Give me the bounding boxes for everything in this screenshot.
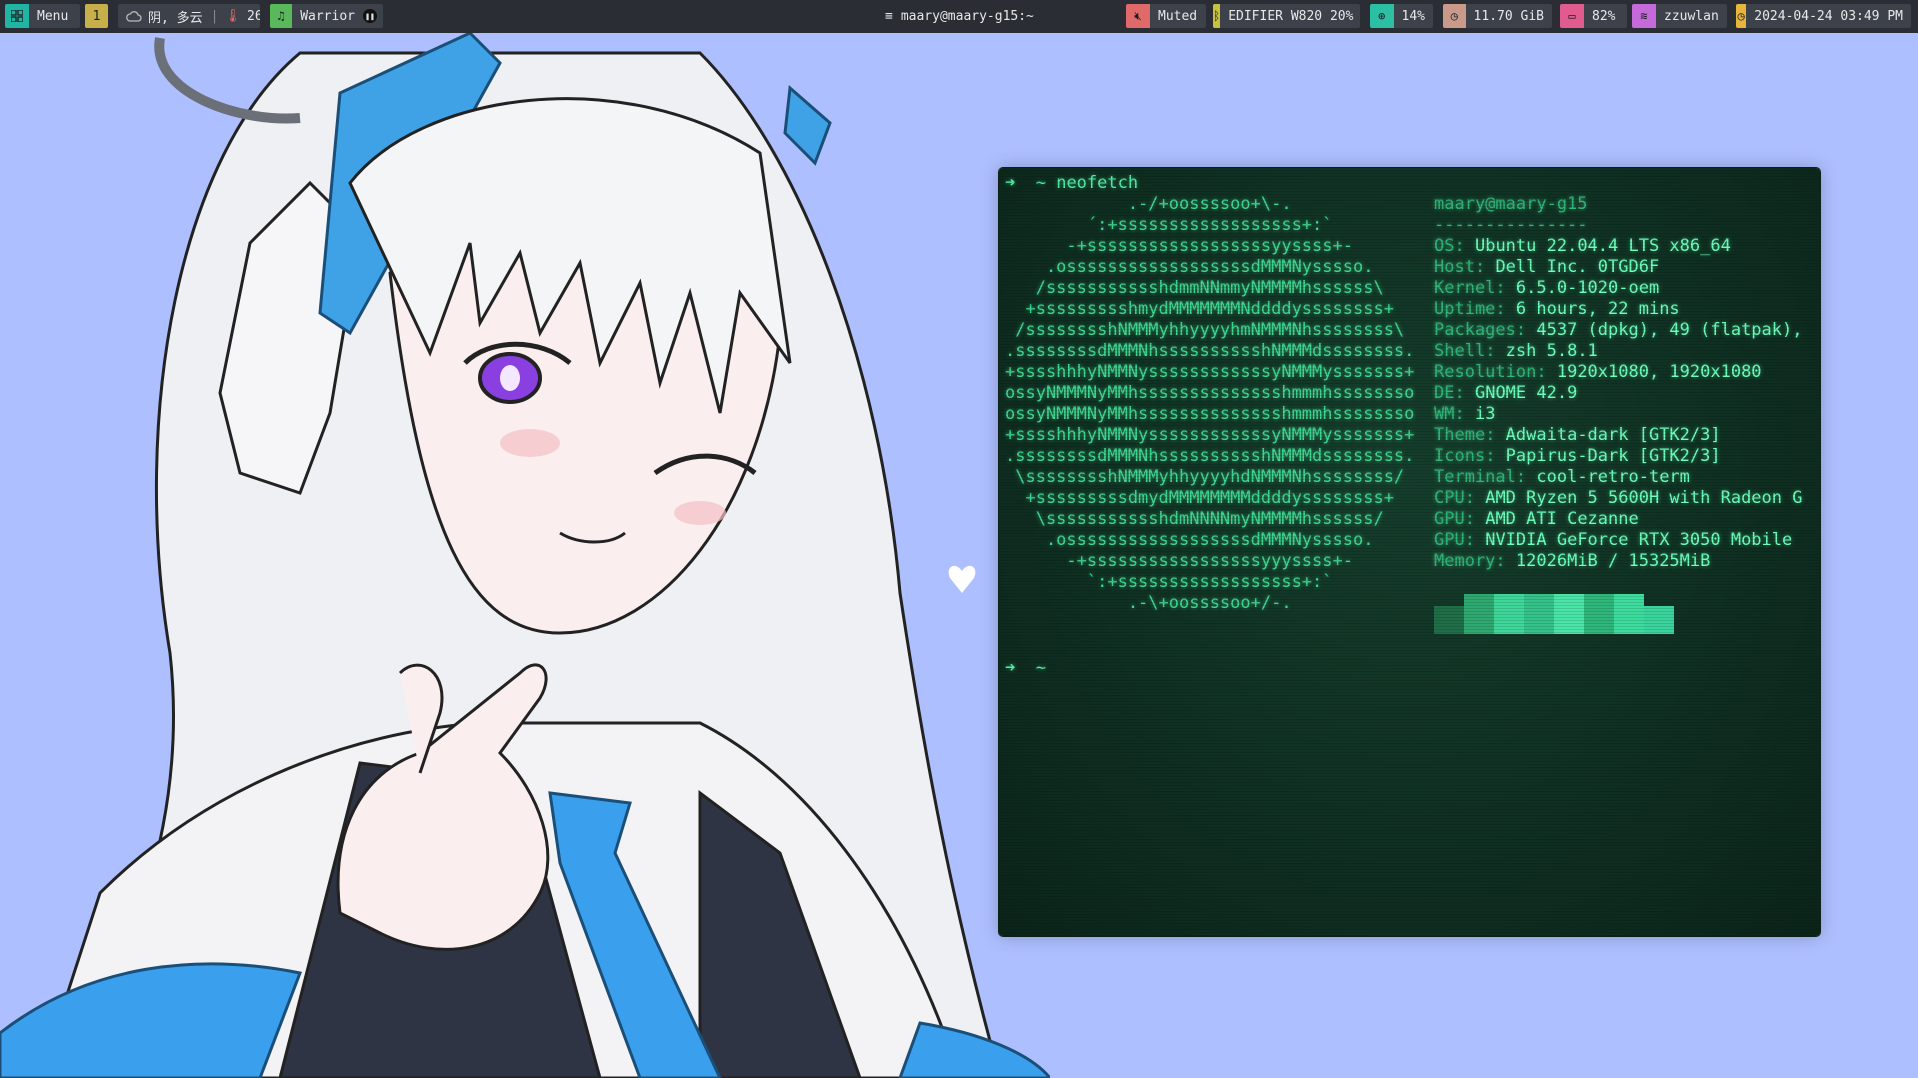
music-title: Warrior bbox=[300, 8, 355, 24]
palette-swatch bbox=[1644, 606, 1674, 634]
weather-divider: | bbox=[210, 8, 219, 24]
bluetooth-text: EDIFIER W820 20% bbox=[1228, 8, 1354, 24]
memory-text: 11.70 GiB bbox=[1473, 8, 1544, 24]
info-row: Resolution: 1920x1080, 1920x1080 bbox=[1434, 362, 1762, 382]
info-row: Icons: Papirus-Dark [GTK2/3] bbox=[1434, 446, 1721, 466]
window-title-text: maary@maary-g15:~ bbox=[900, 9, 1034, 24]
system-info: maary@maary-g15 --------------- OS: Ubun… bbox=[1434, 194, 1802, 572]
speaker-muted-icon: 🔇︎ bbox=[1126, 4, 1150, 28]
window-title: ≡ maary@maary-g15:~ bbox=[885, 0, 1034, 33]
memory-widget[interactable]: ◷ 11.70 GiB bbox=[1443, 4, 1552, 28]
memory-clock-icon: ◷ bbox=[1443, 4, 1466, 28]
clock-widget[interactable]: ◷ 2024-04-24 03:49 PM bbox=[1736, 4, 1911, 28]
battery-icon: ▭ bbox=[1560, 4, 1584, 28]
wallpaper-illustration bbox=[0, 33, 1050, 1078]
info-row: OS: Ubuntu 22.04.4 LTS x86_64 bbox=[1434, 236, 1731, 256]
info-row: WM: i3 bbox=[1434, 404, 1496, 424]
wifi-icon: ≋ bbox=[1632, 4, 1656, 28]
info-row: Packages: 4537 (dpkg), 49 (flatpak), bbox=[1434, 320, 1803, 340]
bluetooth-widget[interactable]: ᛒ EDIFIER W820 20% bbox=[1213, 4, 1360, 28]
top-bar: Menu 1 阴, 多云 | 🌡︎ 26 ♫ Warrior ❚❚ ≡ maar… bbox=[0, 0, 1918, 33]
command-prompt: ➜ ~ neofetch bbox=[1005, 173, 1138, 194]
palette-swatch bbox=[1584, 594, 1614, 634]
wifi-widget[interactable]: ≋ zzuwlan bbox=[1632, 4, 1727, 28]
user-host: maary@maary-g15 bbox=[1434, 194, 1588, 214]
terminal-window[interactable]: ➜ ~ neofetch .-/+oossssoo+\-. ´:+sssssss… bbox=[999, 168, 1820, 936]
ubuntu-ascii-logo: .-/+oossssoo+\-. ´:+ssssssssssssssssss+:… bbox=[1005, 194, 1415, 613]
command-text: ~ neofetch bbox=[1035, 173, 1139, 193]
workspace-button-1[interactable]: 1 bbox=[85, 4, 108, 28]
cpu-text: 14% bbox=[1401, 8, 1425, 24]
info-row: CPU: AMD Ryzen 5 5600H with Radeon G bbox=[1434, 488, 1803, 508]
cpu-widget[interactable]: ⊕ 14% bbox=[1370, 4, 1433, 28]
grid-icon bbox=[5, 4, 29, 28]
hamburger-icon: ≡ bbox=[885, 9, 893, 24]
info-row: DE: GNOME 42.9 bbox=[1434, 383, 1578, 403]
cpu-icon: ⊕ bbox=[1370, 4, 1394, 28]
info-row: GPU: AMD ATI Cezanne bbox=[1434, 509, 1639, 529]
palette-swatch bbox=[1464, 594, 1494, 634]
menu-label: Menu bbox=[37, 8, 69, 24]
info-row: Host: Dell Inc. 0TGD6F bbox=[1434, 257, 1660, 277]
palette-swatch bbox=[1434, 606, 1464, 634]
battery-text: 82% bbox=[1592, 8, 1616, 24]
info-row: Uptime: 6 hours, 22 mins bbox=[1434, 299, 1680, 319]
datetime-text: 2024-04-24 03:49 PM bbox=[1754, 8, 1903, 24]
info-row: GPU: NVIDIA GeForce RTX 3050 Mobile bbox=[1434, 530, 1793, 550]
temperature-value: 26 bbox=[247, 8, 260, 24]
info-separator: --------------- bbox=[1434, 215, 1588, 235]
prompt-cwd: ~ bbox=[1035, 658, 1046, 678]
weather-text: 阴, 多云 bbox=[148, 10, 203, 26]
pause-icon[interactable]: ❚❚ bbox=[363, 9, 377, 23]
info-row: Kernel: 6.5.0-1020-oem bbox=[1434, 278, 1660, 298]
palette-swatch bbox=[1524, 594, 1554, 634]
music-widget[interactable]: ♫ Warrior ❚❚ bbox=[270, 4, 383, 28]
workspace-number: 1 bbox=[92, 8, 101, 24]
info-row: Theme: Adwaita-dark [GTK2/3] bbox=[1434, 425, 1721, 445]
wifi-text: zzuwlan bbox=[1664, 8, 1719, 24]
battery-widget[interactable]: ▭ 82% bbox=[1560, 4, 1627, 28]
palette-swatch bbox=[1614, 594, 1644, 634]
palette-swatch bbox=[1554, 594, 1584, 634]
shell-prompt[interactable]: ➜ ~ bbox=[1005, 658, 1046, 679]
prompt-arrow: ➜ bbox=[1005, 173, 1016, 193]
volume-widget[interactable]: 🔇︎ Muted bbox=[1126, 4, 1206, 28]
info-row: Shell: zsh 5.8.1 bbox=[1434, 341, 1598, 361]
music-note-icon: ♫ bbox=[270, 4, 293, 28]
clock-icon: ◷ bbox=[1736, 4, 1747, 28]
cloud-icon bbox=[126, 11, 142, 22]
menu-button[interactable]: Menu bbox=[5, 4, 80, 28]
info-row: Terminal: cool-retro-term bbox=[1434, 467, 1690, 487]
thermometer-icon: 🌡︎ bbox=[224, 8, 241, 24]
volume-text: Muted bbox=[1158, 8, 1198, 24]
info-row: Memory: 12026MiB / 15325MiB bbox=[1434, 551, 1711, 571]
weather-widget[interactable]: 阴, 多云 | 🌡︎ 26 bbox=[118, 4, 260, 28]
palette-swatch bbox=[1494, 594, 1524, 634]
prompt-arrow: ➜ bbox=[1005, 658, 1016, 678]
bluetooth-icon: ᛒ bbox=[1213, 4, 1221, 28]
color-palette bbox=[1434, 594, 1674, 634]
